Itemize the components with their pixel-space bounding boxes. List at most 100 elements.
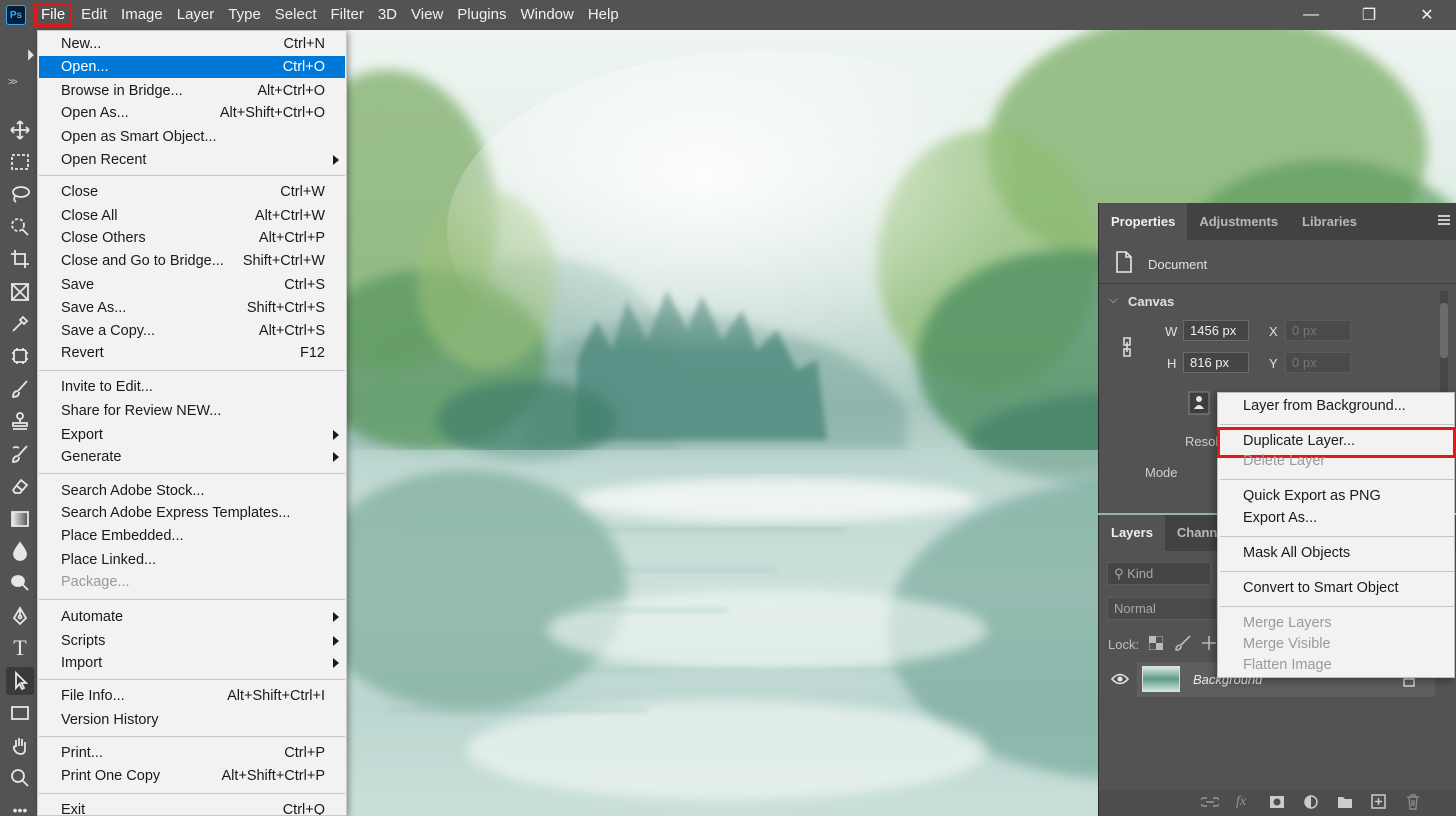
menu-item-invite-to-edit[interactable]: Invite to Edit... — [39, 376, 345, 398]
maximize-button[interactable]: ❐ — [1340, 0, 1398, 30]
menu-item-revert[interactable]: Revert F12 — [39, 342, 345, 364]
tab-layers[interactable]: Layers — [1099, 515, 1165, 551]
ctx-item-mask-all-objects[interactable]: Mask All Objects — [1243, 545, 1350, 561]
more-tools-icon[interactable]: ••• — [9, 799, 31, 816]
menu-item-open[interactable]: Open... Ctrl+O — [39, 56, 345, 78]
trash-delete-icon[interactable] — [1406, 794, 1420, 810]
height-field[interactable]: 816 px — [1183, 352, 1249, 373]
quick-selection-tool-icon[interactable] — [9, 216, 31, 238]
minimize-button[interactable]: — — [1282, 0, 1340, 30]
history-brush-tool-icon[interactable] — [9, 443, 31, 465]
menu-item-new[interactable]: New... Ctrl+N — [39, 33, 345, 55]
eyedropper-tool-icon[interactable] — [9, 313, 31, 335]
menu-item-save-a-copy[interactable]: Save a Copy... Alt+Ctrl+S — [39, 320, 345, 342]
menu-layer[interactable]: Layer — [170, 3, 222, 27]
close-button[interactable]: ✕ — [1398, 0, 1456, 30]
adjustment-layer-icon[interactable] — [1304, 795, 1318, 809]
menu-item-file-info[interactable]: File Info... Alt+Shift+Ctrl+I — [39, 685, 345, 707]
lasso-tool-icon[interactable] — [9, 183, 31, 205]
portrait-orientation-icon[interactable] — [1188, 391, 1210, 415]
y-field[interactable]: 0 px — [1285, 352, 1351, 373]
ctx-item-export-as[interactable]: Export As... — [1243, 510, 1317, 526]
menu-item-open-recent[interactable]: Open Recent — [39, 149, 345, 171]
collapse-toolbar-icon[interactable]: >> — [8, 77, 18, 88]
menu-item-import[interactable]: Import — [39, 652, 345, 674]
menu-item-save[interactable]: Save Ctrl+S — [39, 274, 345, 296]
menu-edit[interactable]: Edit — [74, 3, 114, 27]
ctx-item-convert-to-smart-object[interactable]: Convert to Smart Object — [1243, 580, 1399, 596]
width-field[interactable]: 1456 px — [1183, 320, 1249, 341]
menu-filter[interactable]: Filter — [324, 3, 371, 27]
tool-preset-arrow-icon[interactable] — [24, 44, 38, 66]
menu-item-close-others[interactable]: Close Others Alt+Ctrl+P — [39, 227, 345, 249]
type-tool-icon[interactable]: T — [9, 635, 31, 660]
properties-scrollbar-thumb[interactable] — [1440, 303, 1448, 358]
link-layers-icon[interactable] — [1201, 796, 1219, 808]
healing-brush-tool-icon[interactable] — [9, 345, 31, 367]
lock-image-pixels-icon[interactable] — [1175, 635, 1191, 651]
menu-select[interactable]: Select — [268, 3, 324, 27]
gradient-tool-icon[interactable] — [9, 508, 31, 530]
rectangle-tool-icon[interactable] — [9, 702, 31, 724]
tab-adjustments[interactable]: Adjustments — [1187, 203, 1290, 240]
menu-window[interactable]: Window — [513, 3, 580, 27]
pen-tool-icon[interactable] — [9, 605, 31, 627]
eraser-tool-icon[interactable] — [9, 475, 31, 497]
new-layer-icon[interactable] — [1371, 794, 1386, 809]
lock-position-icon[interactable] — [1201, 635, 1217, 651]
menu-item-search-adobe-stock[interactable]: Search Adobe Stock... — [39, 480, 345, 502]
menu-item-version-history[interactable]: Version History — [39, 709, 345, 731]
move-tool-icon[interactable] — [9, 119, 31, 141]
menu-item-share-for-review[interactable]: Share for Review NEW... — [39, 400, 345, 422]
menu-file[interactable]: File — [34, 3, 73, 27]
menu-item-search-adobe-express-templates[interactable]: Search Adobe Express Templates... — [39, 502, 345, 524]
crop-tool-icon[interactable] — [9, 248, 31, 270]
frame-tool-icon[interactable] — [9, 281, 31, 303]
menu-item-close-all[interactable]: Close All Alt+Ctrl+W — [39, 205, 345, 227]
menu-plugins[interactable]: Plugins — [450, 3, 513, 27]
menu-item-generate[interactable]: Generate — [39, 446, 345, 468]
hand-tool-icon[interactable] — [9, 735, 31, 757]
group-folder-icon[interactable] — [1337, 795, 1353, 809]
menu-item-save-as[interactable]: Save As... Shift+Ctrl+S — [39, 297, 345, 319]
menu-item-scripts[interactable]: Scripts — [39, 630, 345, 652]
menu-3d[interactable]: 3D — [371, 3, 404, 27]
menu-item-export[interactable]: Export — [39, 424, 345, 446]
menu-item-print-one-copy[interactable]: Print One Copy Alt+Shift+Ctrl+P — [39, 765, 345, 787]
add-mask-icon[interactable] — [1269, 795, 1285, 809]
menu-item-print[interactable]: Print... Ctrl+P — [39, 742, 345, 764]
menu-view[interactable]: View — [404, 3, 450, 27]
brush-tool-icon[interactable] — [9, 378, 31, 400]
menu-item-browse-in-bridge[interactable]: Browse in Bridge... Alt+Ctrl+O — [39, 80, 345, 102]
blur-tool-icon[interactable] — [9, 540, 31, 562]
menu-item-close[interactable]: Close Ctrl+W — [39, 181, 345, 203]
menu-item-place-linked[interactable]: Place Linked... — [39, 549, 345, 571]
tab-libraries[interactable]: Libraries — [1290, 203, 1369, 240]
menu-item-close-and-go-to-bridge[interactable]: Close and Go to Bridge... Shift+Ctrl+W — [39, 250, 345, 272]
layer-filter-kind[interactable]: ⚲ Kind — [1107, 562, 1211, 585]
blend-mode-select[interactable]: Normal — [1107, 597, 1217, 620]
menu-item-automate[interactable]: Automate — [39, 606, 345, 628]
menu-type[interactable]: Type — [221, 3, 268, 27]
path-selection-tool-icon[interactable] — [6, 667, 34, 695]
tab-properties[interactable]: Properties — [1099, 203, 1188, 240]
dodge-tool-icon[interactable] — [9, 572, 31, 594]
ctx-item-quick-export-png[interactable]: Quick Export as PNG — [1243, 488, 1381, 504]
link-dimensions-icon[interactable] — [1120, 336, 1134, 358]
marquee-tool-icon[interactable] — [9, 151, 31, 173]
menu-help[interactable]: Help — [581, 3, 626, 27]
menu-item-place-embedded[interactable]: Place Embedded... — [39, 525, 345, 547]
clone-stamp-tool-icon[interactable] — [9, 410, 31, 432]
lock-transparent-pixels-icon[interactable] — [1149, 636, 1163, 650]
chevron-down-icon[interactable]: ⌵ — [1109, 294, 1117, 307]
zoom-tool-icon[interactable] — [9, 767, 31, 789]
x-field[interactable]: 0 px — [1285, 320, 1351, 341]
menu-item-open-as[interactable]: Open As... Alt+Shift+Ctrl+O — [39, 102, 345, 124]
panel-menu-icon[interactable] — [1438, 215, 1450, 225]
fx-icon[interactable]: fx — [1236, 794, 1246, 810]
menu-item-open-as-smart-object[interactable]: Open as Smart Object... — [39, 126, 345, 148]
menu-image[interactable]: Image — [114, 3, 170, 27]
eye-visibility-icon[interactable] — [1111, 673, 1129, 685]
menu-item-exit[interactable]: Exit Ctrl+Q — [39, 799, 345, 815]
ctx-item-layer-from-background[interactable]: Layer from Background... — [1243, 398, 1406, 414]
